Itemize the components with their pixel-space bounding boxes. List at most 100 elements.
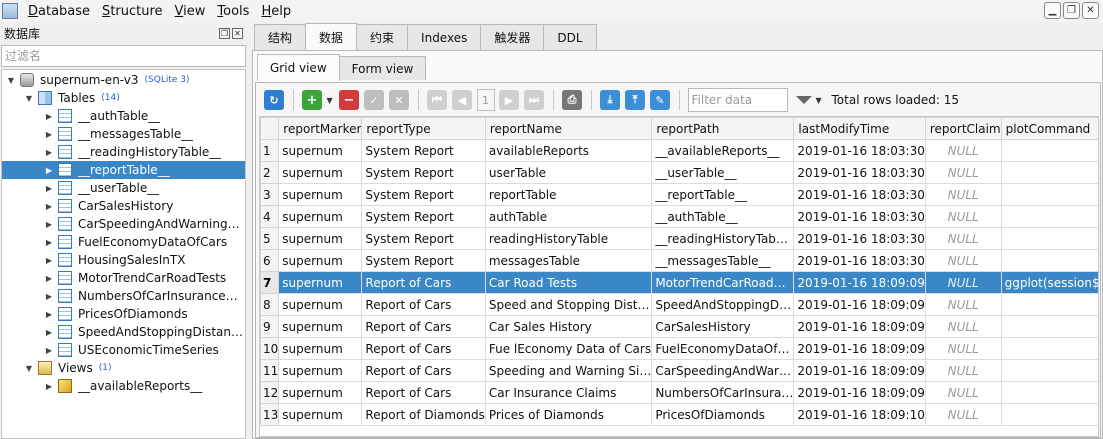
table-row[interactable]: 9 supernum Report of Cars Car Sales History…	[260, 315, 1098, 338]
table-row[interactable]: 12 supernum Report of Cars Car Insurance Cl…	[260, 381, 1098, 404]
column-header[interactable]: reportName	[484, 117, 653, 140]
table-cell[interactable]: Report of Cars	[361, 381, 486, 404]
table-cell[interactable]: Report of Cars	[361, 293, 486, 316]
row-number[interactable]: 13	[260, 403, 280, 426]
expand-arrow-icon[interactable]: ▶	[44, 310, 54, 319]
table-cell[interactable]: Fue lEconomy Data of Cars	[484, 337, 653, 360]
filter-icon[interactable]	[795, 96, 812, 104]
filter-name-input[interactable]	[1, 45, 246, 67]
table-cell[interactable]: messagesTable	[484, 249, 653, 272]
rollback-icon[interactable]: ✕	[389, 90, 409, 110]
table-cell[interactable]	[1000, 227, 1098, 250]
row-number[interactable]: 4	[260, 205, 280, 228]
table-cell[interactable]: NULL	[924, 293, 1002, 316]
tree-item-table[interactable]: ▶ __messagesTable__	[2, 125, 245, 143]
float-panel-icon[interactable]: ❐	[219, 27, 230, 39]
previous-page-icon[interactable]: ◀	[452, 90, 472, 110]
menu-structure[interactable]: Structure	[98, 4, 167, 19]
row-number[interactable]: 5	[260, 227, 280, 250]
column-header[interactable]: lastModifyTime	[793, 117, 926, 140]
print-icon[interactable]: ⎙	[562, 90, 582, 110]
table-cell[interactable]: Car Sales History	[484, 315, 653, 338]
table-cell[interactable]: __userTable__	[651, 161, 795, 184]
table-cell[interactable]	[1000, 183, 1098, 206]
restore-icon[interactable]: ❐	[1063, 2, 1080, 19]
table-cell[interactable]: supernum	[278, 161, 363, 184]
view-tab[interactable]: Grid view	[257, 54, 340, 81]
table-cell[interactable]: __messagesTable__	[651, 249, 795, 272]
tree-item-table[interactable]: ▶ __reportTable__	[2, 161, 245, 179]
expand-arrow-icon[interactable]: ▶	[44, 220, 54, 229]
table-cell[interactable]: Car Road Tests	[484, 271, 653, 294]
table-cell[interactable]: FuelEconomyDataOf…	[651, 337, 795, 360]
table-cell[interactable]: readingHistoryTable	[484, 227, 653, 250]
table-cell[interactable]: 2019-01-16 18:03:30	[793, 183, 926, 206]
row-number[interactable]: 6	[260, 249, 280, 272]
table-cell[interactable]: NULL	[924, 271, 1002, 294]
expand-arrow-icon[interactable]: ▶	[44, 274, 54, 283]
delete-row-icon[interactable]: −	[339, 90, 359, 110]
table-cell[interactable]: 2019-01-16 18:03:30	[793, 249, 926, 272]
table-cell[interactable]: System Report	[361, 227, 486, 250]
table-row[interactable]: 6 supernum System Report messagesTable __mes…	[260, 249, 1098, 272]
table-cell[interactable]: MotorTrendCarRoad…	[651, 271, 795, 294]
table-cell[interactable]	[1000, 359, 1098, 382]
minimize-icon[interactable]: ▁	[1044, 2, 1061, 19]
table-cell[interactable]: supernum	[278, 227, 363, 250]
table-cell[interactable]: Speed and Stopping Dist…	[484, 293, 653, 316]
tree-item-table[interactable]: ▶ MotorTrendCarRoadTests	[2, 269, 245, 287]
table-cell[interactable]: NULL	[924, 359, 1002, 382]
table-cell[interactable]	[1000, 381, 1098, 404]
tree-item-view[interactable]: ▶ __availableReports__	[2, 377, 245, 395]
tree-item-table[interactable]: ▶ HousingSalesInTX	[2, 251, 245, 269]
table-cell[interactable]: supernum	[278, 293, 363, 316]
table-cell[interactable]: Report of Cars	[361, 315, 486, 338]
table-cell[interactable]: supernum	[278, 249, 363, 272]
main-tab[interactable]: 数据	[305, 23, 358, 51]
menu-database[interactable]: Database	[24, 4, 94, 19]
expand-arrow-icon[interactable]: ▶	[44, 292, 54, 301]
row-number[interactable]: 9	[260, 315, 280, 338]
table-cell[interactable]	[1000, 161, 1098, 184]
table-cell[interactable]: System Report	[361, 139, 486, 162]
tree-item-table[interactable]: ▶ FuelEconomyDataOfCars	[2, 233, 245, 251]
column-header[interactable]: reportMarker	[278, 117, 363, 140]
tree-item-tables[interactable]: ▼ Tables (14)	[2, 89, 245, 107]
table-cell[interactable]: NULL	[924, 249, 1002, 272]
table-cell[interactable]: NULL	[924, 337, 1002, 360]
table-cell[interactable]: supernum	[278, 271, 363, 294]
table-cell[interactable]: __authTable__	[651, 205, 795, 228]
table-cell[interactable]: 2019-01-16 18:09:09	[793, 337, 926, 360]
import-icon[interactable]: ⤓	[600, 90, 620, 110]
table-cell[interactable]: SpeedAndStoppingD…	[651, 293, 795, 316]
column-header[interactable]: reportPath	[651, 117, 795, 140]
table-row[interactable]: 4 supernum System Report authTable __authTab…	[260, 205, 1098, 228]
expand-arrow-icon[interactable]: ▶	[44, 130, 54, 139]
tree-item-table[interactable]: ▶ __readingHistoryTable__	[2, 143, 245, 161]
table-cell[interactable]: NumbersOfCarInsura…	[651, 381, 795, 404]
table-cell[interactable]: System Report	[361, 249, 486, 272]
row-number[interactable]: 3	[260, 183, 280, 206]
table-cell[interactable]: NULL	[924, 403, 1002, 426]
insert-dropdown-icon[interactable]: ▼	[327, 96, 337, 105]
expand-arrow-icon[interactable]: ▶	[44, 328, 54, 337]
table-row[interactable]: 1 supernum System Report availableReports __…	[260, 139, 1098, 162]
first-page-icon[interactable]: ⏮	[427, 90, 447, 110]
next-page-icon[interactable]: ▶	[499, 90, 519, 110]
expand-arrow-icon[interactable]: ▶	[44, 148, 54, 157]
table-cell[interactable]: 2019-01-16 18:03:30	[793, 161, 926, 184]
table-row[interactable]: 3 supernum System Report reportTable __repor…	[260, 183, 1098, 206]
close-panel-icon[interactable]: ✕	[232, 27, 243, 39]
collapse-arrow-icon[interactable]: ▼	[24, 364, 34, 373]
table-cell[interactable]: NULL	[924, 161, 1002, 184]
column-header[interactable]: reportClaim	[924, 117, 1002, 140]
table-cell[interactable]	[1000, 139, 1098, 162]
table-cell[interactable]	[1000, 403, 1098, 426]
table-cell[interactable]: __availableReports__	[651, 139, 795, 162]
table-cell[interactable]: System Report	[361, 161, 486, 184]
table-cell[interactable]: supernum	[278, 381, 363, 404]
collapse-arrow-icon[interactable]: ▼	[24, 94, 34, 103]
table-row[interactable]: 7 supernum Report of Cars Car Road Tests Mot…	[260, 271, 1098, 294]
tree-item-table[interactable]: ▶ __userTable__	[2, 179, 245, 197]
row-number[interactable]: 1	[260, 139, 280, 162]
